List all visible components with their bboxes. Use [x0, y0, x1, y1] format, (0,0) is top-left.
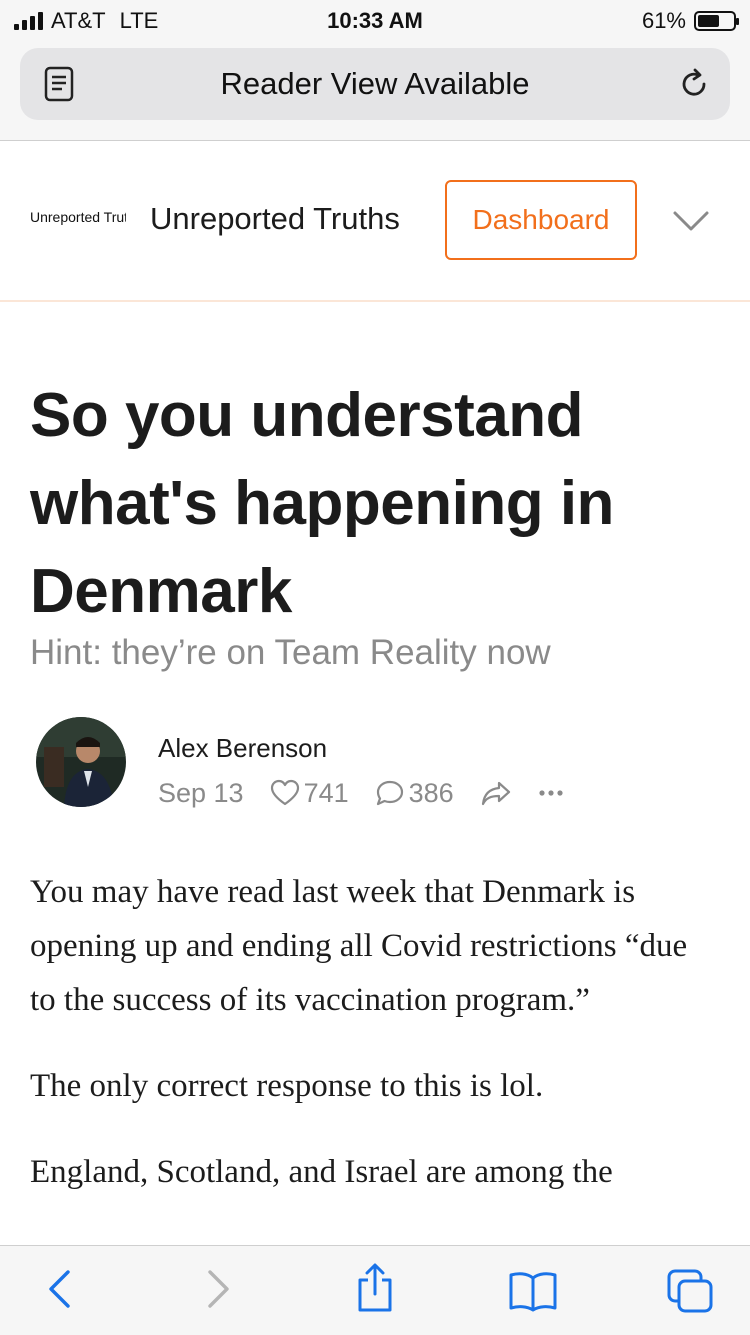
- battery-icon: [694, 11, 739, 31]
- back-icon[interactable]: [44, 1266, 74, 1312]
- forward-icon[interactable]: [204, 1266, 234, 1312]
- status-right: 61%: [641, 8, 739, 34]
- ellipsis-icon: [539, 790, 563, 796]
- article-meta: Sep 13 741 386: [158, 776, 590, 810]
- address-bar[interactable]: Reader View Available: [20, 48, 730, 120]
- share-icon[interactable]: [354, 1262, 396, 1314]
- site-logo[interactable]: Unreported Truths: [30, 209, 126, 225]
- dashboard-button[interactable]: Dashboard: [445, 180, 637, 260]
- site-header: Unreported Truths Unreported Truths Dash…: [0, 141, 750, 302]
- body-paragraph: You may have read last week that Denmark…: [30, 874, 688, 1018]
- article-title: So you understand what's happening in De…: [30, 381, 614, 626]
- share-post-button[interactable]: [480, 779, 512, 807]
- battery-percent: 61%: [641, 8, 686, 33]
- author-name[interactable]: Alex Berenson: [158, 733, 327, 764]
- like-button[interactable]: 741: [270, 778, 349, 809]
- more-options-button[interactable]: [538, 788, 564, 798]
- body-paragraph: England, Scotland, and Israel are among …: [30, 1154, 613, 1190]
- heart-icon: [270, 779, 299, 806]
- like-count: 741: [303, 777, 349, 808]
- status-bar: AT&T LTE 10:33 AM 61%: [0, 0, 750, 40]
- body-paragraph: The only correct response to this is lol…: [30, 1068, 544, 1104]
- reload-icon[interactable]: [676, 66, 712, 102]
- tabs-icon[interactable]: [666, 1268, 714, 1314]
- article-body: You may have read last week that Denmark…: [30, 865, 720, 1231]
- avatar[interactable]: [36, 717, 126, 807]
- comment-count: 386: [408, 777, 454, 808]
- article-subtitle: Hint: they’re on Team Reality now: [30, 633, 551, 672]
- status-time: 10:33 AM: [327, 8, 423, 33]
- comment-button[interactable]: 386: [375, 778, 454, 809]
- browser-toolbar: [0, 1245, 750, 1335]
- browser-top-chrome: AT&T LTE 10:33 AM 61% Reader View Availa…: [0, 0, 750, 141]
- bookmarks-icon[interactable]: [508, 1270, 558, 1312]
- chevron-down-icon[interactable]: [672, 209, 710, 233]
- comment-icon: [376, 780, 403, 806]
- share-arrow-icon: [481, 781, 510, 806]
- post-date: Sep 13: [158, 777, 244, 808]
- address-bar-title: Reader View Available: [220, 66, 530, 101]
- site-name[interactable]: Unreported Truths: [150, 201, 400, 237]
